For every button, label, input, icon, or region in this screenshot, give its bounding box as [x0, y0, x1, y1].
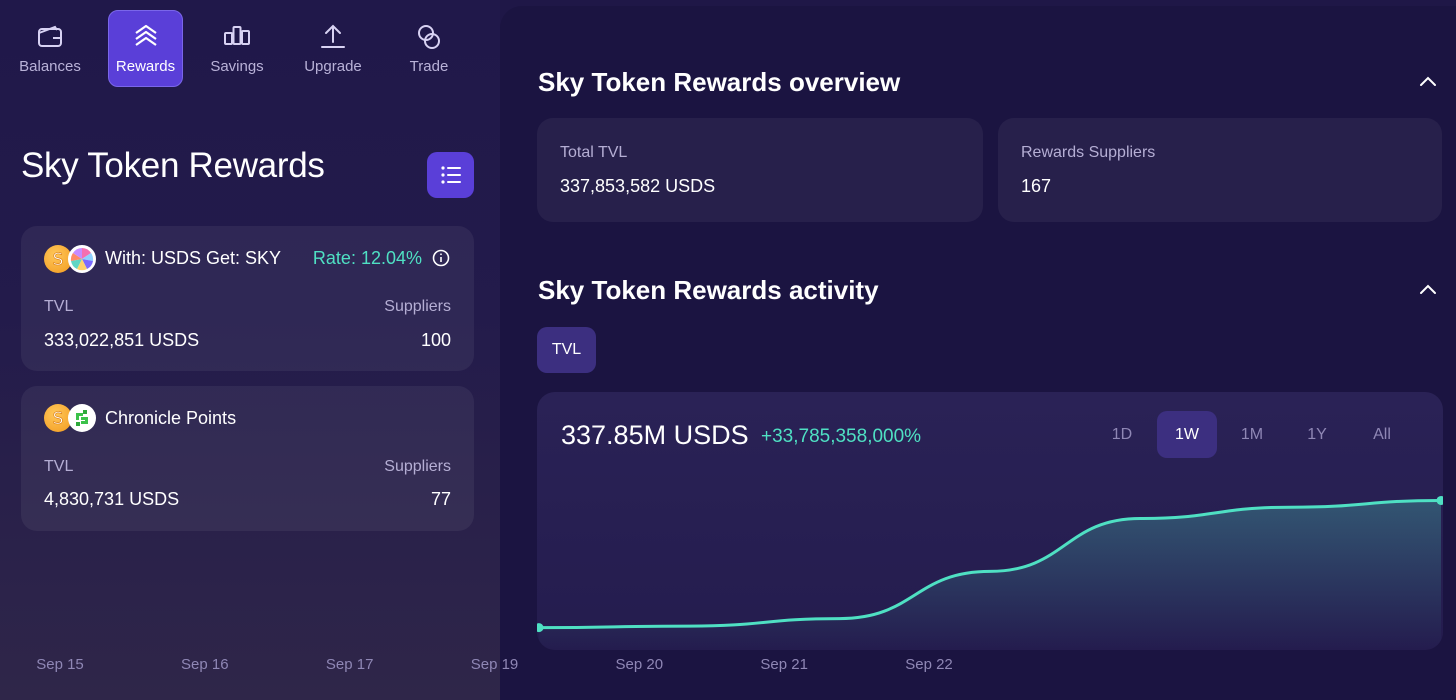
- page-title: Sky Token Rewards: [21, 146, 325, 185]
- upgrade-icon: [321, 24, 345, 48]
- sky-coin-icon: [68, 245, 96, 273]
- range-all[interactable]: All: [1352, 411, 1412, 458]
- chart-change-percent: +33,785,358,000%: [761, 426, 922, 447]
- token-pair-icons: S: [44, 404, 96, 432]
- details-panel: Sky Token Rewards overview Total TVL 337…: [500, 6, 1456, 700]
- chronicle-coin-icon: [68, 404, 96, 432]
- total-tvl-label: Total TVL: [560, 144, 628, 161]
- chart-x-axis: Sep 15 Sep 16 Sep 17 Sep 19 Sep 20 Sep 21 Sep …: [36, 656, 953, 676]
- x-tick-label: Sep 21: [760, 656, 808, 673]
- rewards-suppliers-label: Rewards Suppliers: [1021, 144, 1156, 161]
- savings-icon: [224, 25, 250, 45]
- reward-card-chronicle[interactable]: S Chronicle Points TVL Suppliers 4,830,7…: [21, 386, 474, 531]
- total-tvl-value: 337,853,582 USDS: [560, 176, 716, 196]
- left-column: Balances Rewards Savings Upgrade Trade S…: [0, 0, 500, 700]
- range-1w[interactable]: 1W: [1157, 411, 1217, 458]
- top-nav: Balances Rewards Savings Upgrade Trade: [4, 10, 479, 87]
- nav-label: Balances: [19, 57, 81, 75]
- nav-label: Savings: [210, 57, 264, 75]
- chevron-up-icon[interactable]: [1418, 282, 1438, 296]
- x-tick-label: Sep 15: [36, 656, 84, 673]
- range-1y[interactable]: 1Y: [1287, 411, 1347, 458]
- trade-icon: [418, 24, 440, 49]
- activity-title: Sky Token Rewards activity: [538, 275, 879, 305]
- card-title: Chronicle Points: [105, 408, 237, 428]
- chart-current-value: 337.85M USDS: [561, 420, 749, 450]
- nav-item-rewards[interactable]: Rewards: [108, 10, 183, 87]
- suppliers-value: 100: [420, 330, 451, 350]
- x-tick-label: Sep 22: [905, 656, 953, 673]
- tvl-value: 333,022,851 USDS: [44, 330, 200, 350]
- rate-value: Rate: 12.04%: [312, 248, 422, 268]
- tvl-chart-card: 337.85M USDS +33,785,358,000% 1D 1W 1M 1…: [537, 392, 1443, 650]
- range-selector: 1D 1W 1M 1Y All: [1092, 411, 1417, 458]
- range-1d[interactable]: 1D: [1092, 411, 1152, 458]
- x-tick-label: Sep 17: [325, 656, 374, 673]
- suppliers-value: 77: [430, 489, 451, 509]
- nav-label: Trade: [409, 57, 449, 75]
- rewards-suppliers-value: 167: [1021, 176, 1052, 196]
- nav-item-upgrade[interactable]: Upgrade: [287, 10, 379, 87]
- tvl-label: TVL: [44, 298, 74, 315]
- tab-tvl[interactable]: TVL: [537, 327, 596, 373]
- info-icon[interactable]: [432, 249, 450, 267]
- range-1m[interactable]: 1M: [1222, 411, 1282, 458]
- nav-label: Upgrade: [304, 57, 362, 75]
- card-title: With: USDS Get: SKY: [105, 248, 282, 268]
- tvl-label: TVL: [44, 458, 74, 475]
- x-tick-label: Sep 19: [470, 656, 519, 673]
- reward-card-usds-sky[interactable]: S With: USDS Get: SKY Rate: 12.04% TVL S…: [21, 226, 474, 371]
- nav-item-savings[interactable]: Savings: [191, 10, 283, 87]
- chevron-up-icon[interactable]: [1418, 74, 1438, 88]
- nav-item-trade[interactable]: Trade: [383, 10, 475, 87]
- wallet-icon: [38, 25, 62, 47]
- overview-title: Sky Token Rewards overview: [538, 67, 901, 97]
- tvl-value: 4,830,731 USDS: [44, 489, 180, 509]
- suppliers-label: Suppliers: [384, 458, 451, 475]
- list-icon: [440, 166, 461, 184]
- nav-label: Rewards: [115, 57, 176, 75]
- rewards-chevrons-icon: [134, 24, 157, 46]
- svg-text:S: S: [53, 250, 64, 270]
- x-tick-label: Sep 16: [181, 656, 229, 673]
- list-view-button[interactable]: [427, 152, 474, 198]
- suppliers-label: Suppliers: [384, 298, 451, 315]
- total-tvl-card: Total TVL 337,853,582 USDS: [537, 118, 983, 222]
- nav-item-balances[interactable]: Balances: [4, 10, 96, 87]
- rewards-suppliers-card: Rewards Suppliers 167: [998, 118, 1442, 222]
- token-pair-icons: S: [44, 245, 96, 273]
- svg-text:S: S: [53, 409, 64, 429]
- x-tick-label: Sep 20: [615, 656, 664, 673]
